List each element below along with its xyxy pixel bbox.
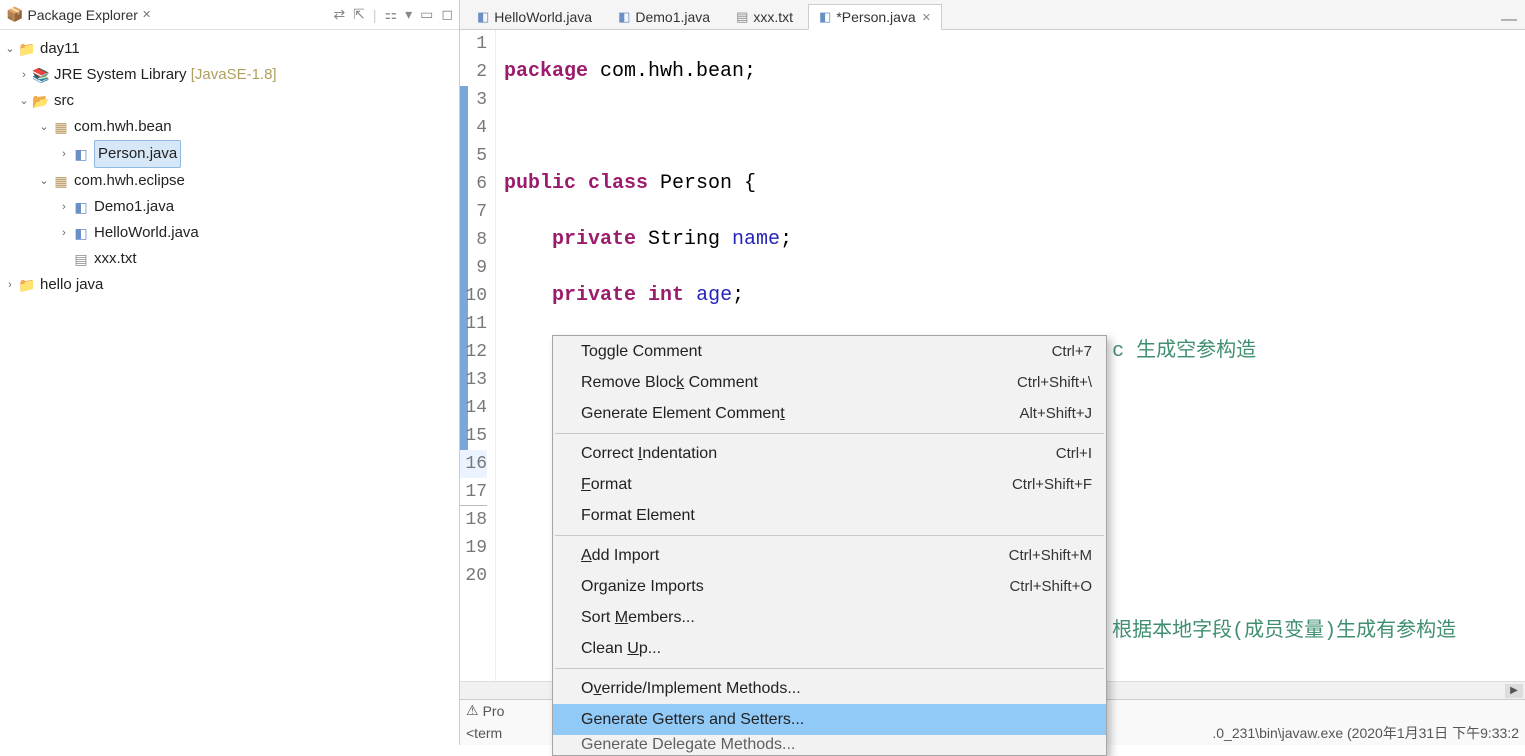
menu-item-label: Override/Implement Methods... [581, 680, 1092, 698]
menu-item[interactable]: FormatCtrl+Shift+F [553, 469, 1106, 500]
java-file-icon: ◧ [477, 9, 489, 25]
package-icon: ▦ [52, 114, 70, 140]
minimize-editor-icon[interactable]: — [1493, 11, 1525, 29]
tab-person[interactable]: ◧ *Person.java ✕ [808, 4, 942, 30]
view-toolbar: ⇄ ⇱ | ⚏ ▾ ▭ ◻ [333, 6, 453, 23]
menu-item-label: Sort Members... [581, 609, 1092, 627]
menu-item[interactable]: Add ImportCtrl+Shift+M [553, 540, 1106, 571]
menu-item[interactable]: Generate Delegate Methods... [553, 735, 1106, 755]
collapse-icon[interactable]: ⌄ [36, 168, 52, 194]
menu-item[interactable]: Format Element [553, 500, 1106, 531]
menu-item[interactable]: Clean Up... [553, 633, 1106, 664]
package-explorer-icon: 📦 [6, 6, 23, 23]
project-icon: 📁 [18, 272, 36, 298]
menu-item-label: Clean Up... [581, 640, 1092, 658]
menu-item-label: Organize Imports [581, 578, 1009, 596]
tab-xxx[interactable]: ▤ xxx.txt [725, 3, 804, 29]
collapse-all-icon[interactable]: ⇱ [353, 6, 365, 23]
menu-item-shortcut: Ctrl+Shift+F [1012, 476, 1092, 493]
menu-item[interactable]: Generate Getters and Setters... [553, 704, 1106, 735]
library-icon: 📚 [32, 62, 50, 88]
tree[interactable]: ⌄ 📁 day11 › 📚 JRE System Library [JavaSE… [0, 30, 459, 304]
menu-item-shortcut: Alt+Shift+J [1019, 405, 1092, 422]
expand-icon[interactable]: › [2, 272, 18, 298]
menu-item-label: Correct Indentation [581, 445, 1056, 463]
menu-item-shortcut: Ctrl+Shift+\ [1017, 374, 1092, 391]
menu-separator [555, 668, 1104, 669]
menu-item[interactable]: Override/Implement Methods... [553, 673, 1106, 704]
java-file-icon: ◧ [72, 141, 90, 167]
menu-item[interactable]: Organize ImportsCtrl+Shift+O [553, 571, 1106, 602]
menu-item[interactable]: Toggle CommentCtrl+7 [553, 336, 1106, 367]
menu-item-label: Add Import [581, 547, 1009, 565]
scroll-right-icon[interactable]: ▶ [1505, 684, 1523, 698]
tree-node-package[interactable]: ⌄ ▦ com.hwh.eclipse [2, 168, 457, 194]
tree-node-src[interactable]: ⌄ 📂 src [2, 88, 457, 114]
menu-item[interactable]: Remove Block CommentCtrl+Shift+\ [553, 367, 1106, 398]
menu-item[interactable]: Sort Members... [553, 602, 1106, 633]
tree-node-file[interactable]: ▤ xxx.txt [2, 246, 457, 272]
minimize-icon[interactable]: ▭ [420, 6, 433, 23]
separator-icon: | [373, 7, 377, 23]
tree-node-file[interactable]: › ◧ Demo1.java [2, 194, 457, 220]
menu-item-label: Remove Block Comment [581, 374, 1017, 392]
java-file-icon: ◧ [72, 194, 90, 220]
menu-separator [555, 433, 1104, 434]
menu-item-label: Format [581, 476, 1012, 494]
collapse-icon[interactable]: ⌄ [16, 88, 32, 114]
gutter: 1 2 3 4 5 6 7 8 9 10 11 12 13 14 15 16 1… [460, 30, 496, 681]
expand-icon[interactable]: › [56, 194, 72, 220]
focus-icon[interactable]: ⚏ [385, 6, 398, 23]
menu-item[interactable]: Generate Element CommentAlt+Shift+J [553, 398, 1106, 429]
tree-node-file[interactable]: › ◧ Person.java [2, 140, 457, 168]
menu-item-shortcut: Ctrl+7 [1052, 343, 1092, 360]
menu-item-label: Generate Delegate Methods... [581, 736, 1092, 754]
source-context-menu[interactable]: Toggle CommentCtrl+7Remove Block Comment… [552, 335, 1107, 756]
menu-item[interactable]: Correct IndentationCtrl+I [553, 438, 1106, 469]
package-explorer-view: 📦 Package Explorer ✕ ⇄ ⇱ | ⚏ ▾ ▭ ◻ ⌄ 📁 d… [0, 0, 460, 745]
text-file-icon: ▤ [72, 246, 90, 272]
menu-item-shortcut: Ctrl+I [1056, 445, 1092, 462]
view-menu-icon[interactable]: ▾ [405, 6, 412, 23]
java-file-icon: ◧ [618, 9, 630, 25]
close-icon[interactable]: ✕ [922, 11, 931, 24]
source-folder-icon: 📂 [32, 88, 50, 114]
java-file-icon: ◧ [819, 9, 831, 25]
expand-icon[interactable]: › [16, 62, 32, 88]
menu-item-shortcut: Ctrl+Shift+M [1009, 547, 1092, 564]
tree-node-file[interactable]: › ◧ HelloWorld.java [2, 220, 457, 246]
menu-item-label: Generate Element Comment [581, 405, 1019, 423]
tab-demo1[interactable]: ◧ Demo1.java [607, 3, 721, 29]
menu-item-label: Generate Getters and Setters... [581, 711, 1092, 729]
menu-separator [555, 535, 1104, 536]
tree-node-jre[interactable]: › 📚 JRE System Library [JavaSE-1.8] [2, 62, 457, 88]
view-header: 📦 Package Explorer ✕ ⇄ ⇱ | ⚏ ▾ ▭ ◻ [0, 0, 459, 30]
menu-item-label: Toggle Comment [581, 343, 1052, 361]
view-close-icon[interactable]: ✕ [142, 8, 151, 21]
expand-icon[interactable]: › [56, 141, 72, 167]
view-title: Package Explorer [27, 7, 138, 23]
problems-icon: ⚠ [466, 702, 479, 719]
java-file-icon: ◧ [72, 220, 90, 246]
menu-item-label: Format Element [581, 507, 1092, 525]
link-editor-icon[interactable]: ⇄ [333, 6, 345, 23]
editor-tabs: ◧ HelloWorld.java ◧ Demo1.java ▤ xxx.txt… [460, 0, 1525, 30]
tree-node-package[interactable]: ⌄ ▦ com.hwh.bean [2, 114, 457, 140]
collapse-icon[interactable]: ⌄ [36, 114, 52, 140]
project-icon: 📁 [18, 36, 36, 62]
text-file-icon: ▤ [736, 9, 748, 25]
tab-helloworld[interactable]: ◧ HelloWorld.java [466, 3, 603, 29]
menu-item-shortcut: Ctrl+Shift+O [1009, 578, 1092, 595]
expand-icon[interactable]: › [56, 220, 72, 246]
tree-node-project[interactable]: › 📁 hello java [2, 272, 457, 298]
package-icon: ▦ [52, 168, 70, 194]
collapse-icon[interactable]: ⌄ [2, 36, 18, 62]
tree-node-project[interactable]: ⌄ 📁 day11 [2, 36, 457, 62]
maximize-icon[interactable]: ◻ [441, 6, 453, 23]
